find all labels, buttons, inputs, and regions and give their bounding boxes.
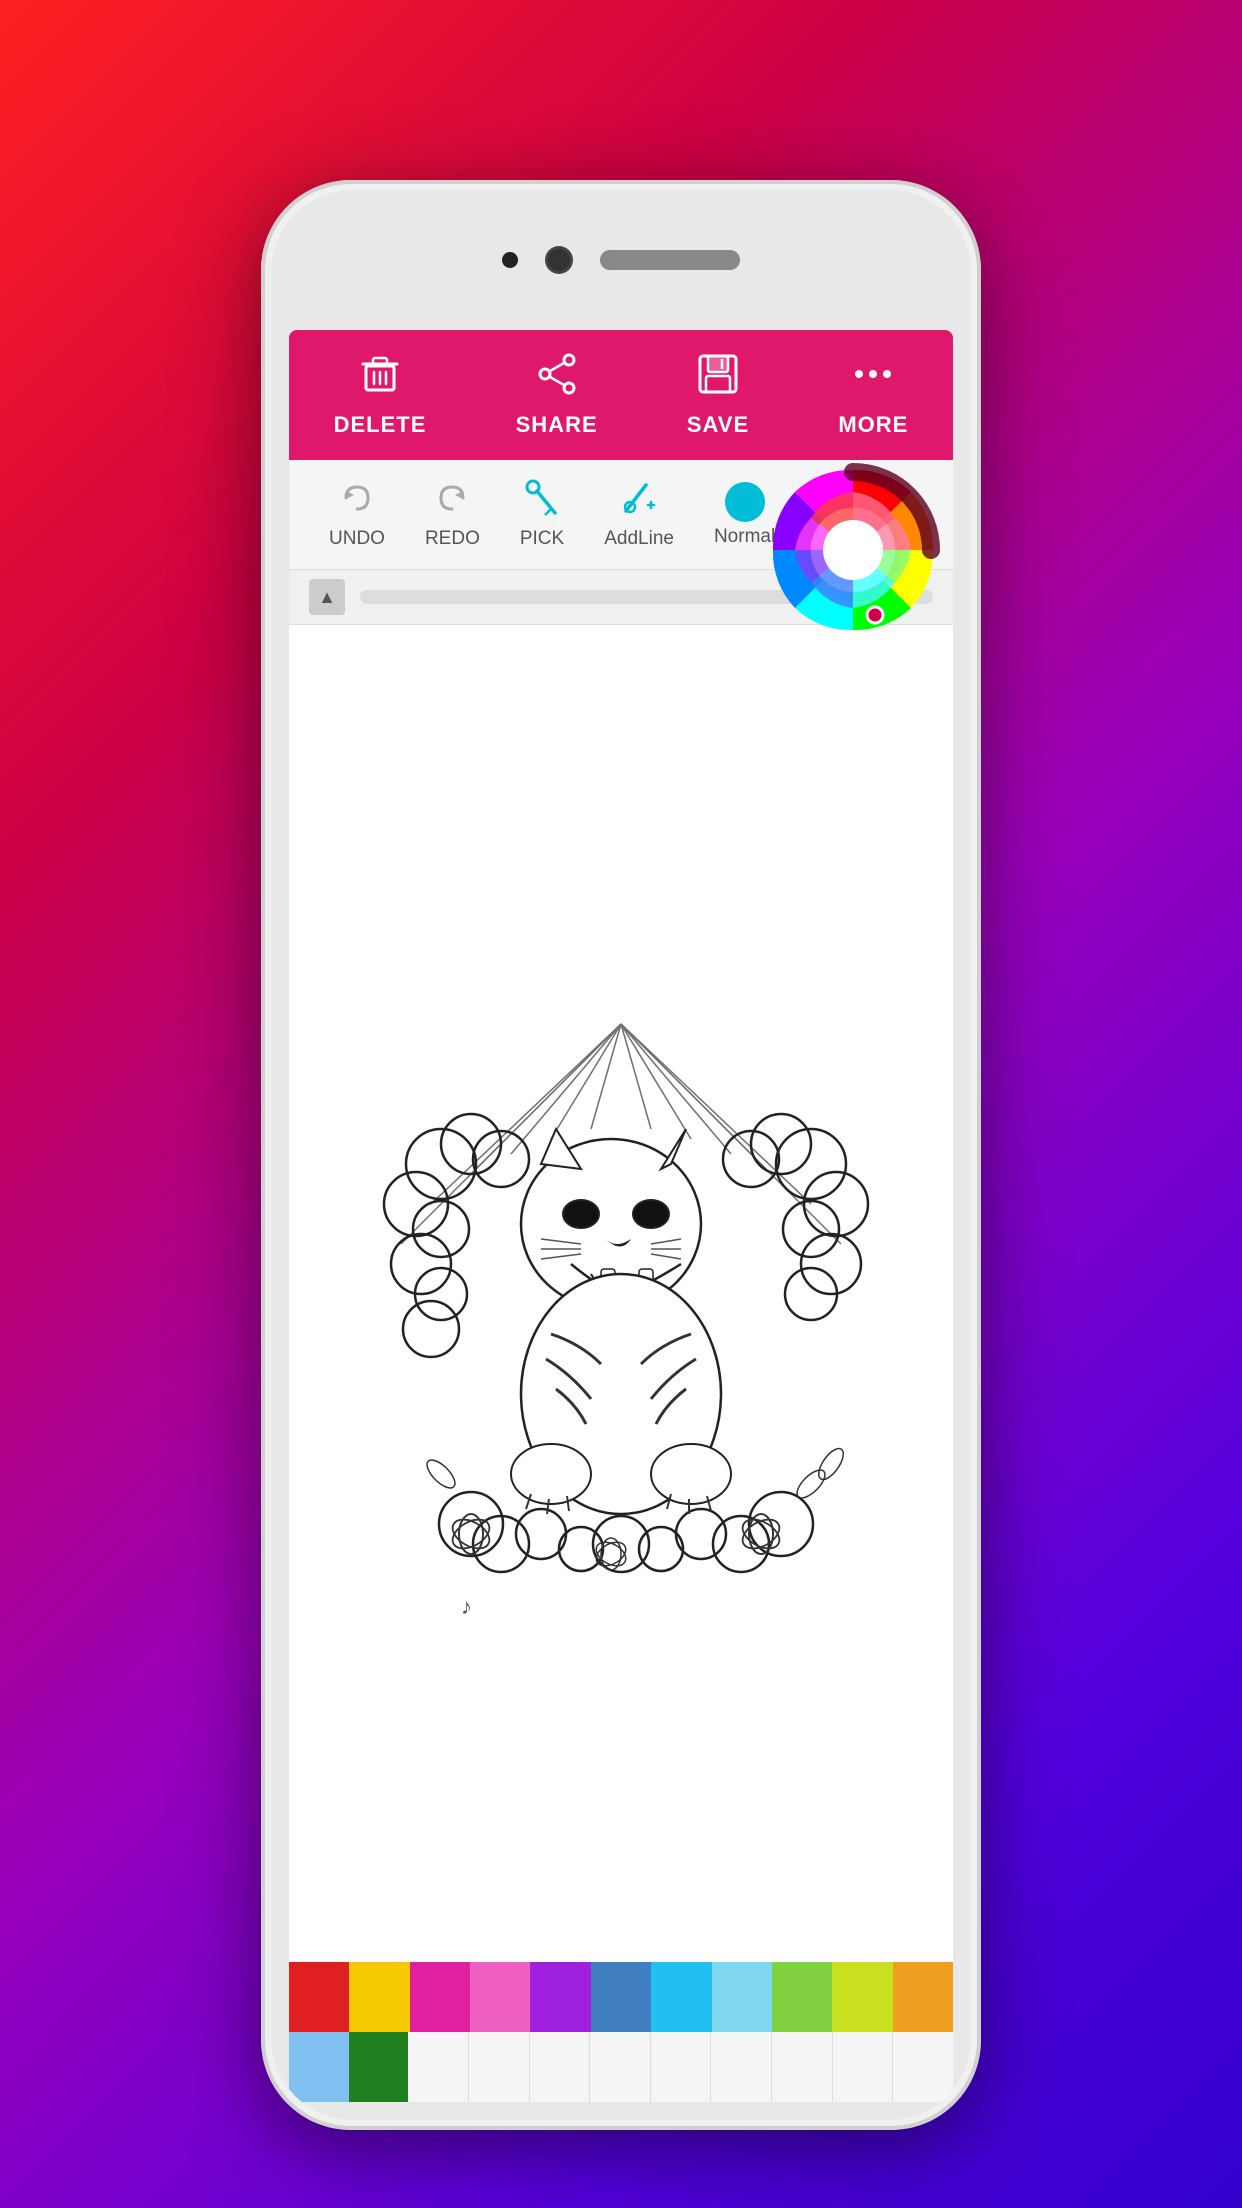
tiger-artwork: ♪ bbox=[289, 625, 953, 1962]
save-button[interactable]: SAVE bbox=[687, 352, 749, 438]
color-white-4[interactable] bbox=[590, 2032, 651, 2102]
redo-label: REDO bbox=[425, 528, 480, 550]
drawing-canvas[interactable]: ♪ bbox=[289, 625, 953, 1962]
color-wheel[interactable] bbox=[763, 460, 943, 640]
color-white-1[interactable] bbox=[408, 2032, 469, 2102]
color-yellow[interactable] bbox=[349, 1962, 409, 2032]
share-label: SHARE bbox=[516, 412, 598, 438]
color-white-9[interactable] bbox=[893, 2032, 953, 2102]
color-palette bbox=[289, 1962, 953, 2102]
camera bbox=[548, 249, 570, 271]
more-label: MORE bbox=[838, 412, 908, 438]
color-white-5[interactable] bbox=[651, 2032, 712, 2102]
addline-icon bbox=[620, 479, 658, 524]
color-hot-pink[interactable] bbox=[410, 1962, 470, 2032]
pick-icon bbox=[523, 479, 561, 524]
more-button[interactable]: MORE bbox=[838, 352, 908, 438]
redo-button[interactable]: REDO bbox=[405, 479, 500, 550]
pick-button[interactable]: PICK bbox=[500, 479, 584, 550]
palette-row-2 bbox=[289, 2032, 953, 2102]
phone-top-bar bbox=[271, 190, 971, 330]
slider-arrow[interactable]: ▲ bbox=[309, 579, 345, 615]
color-pale-blue[interactable] bbox=[289, 2032, 349, 2102]
delete-button[interactable]: DELETE bbox=[334, 352, 427, 438]
redo-icon bbox=[433, 479, 471, 524]
share-button[interactable]: SHARE bbox=[516, 352, 598, 438]
addline-button[interactable]: AddLine bbox=[584, 479, 694, 550]
color-orange[interactable] bbox=[893, 1962, 953, 2032]
color-white-6[interactable] bbox=[711, 2032, 772, 2102]
color-white-3[interactable] bbox=[530, 2032, 591, 2102]
color-pink[interactable] bbox=[470, 1962, 530, 2032]
color-white-7[interactable] bbox=[772, 2032, 833, 2102]
delete-label: DELETE bbox=[334, 412, 427, 438]
undo-button[interactable]: UNDO bbox=[309, 479, 405, 550]
phone-screen: DELETE SHARE bbox=[289, 330, 953, 2102]
phone-shell: DELETE SHARE bbox=[261, 180, 981, 2130]
app-toolbar: DELETE SHARE bbox=[289, 330, 953, 460]
color-dark-green[interactable] bbox=[349, 2032, 409, 2102]
color-white-8[interactable] bbox=[833, 2032, 894, 2102]
share-icon bbox=[535, 352, 579, 404]
phone-inner: DELETE SHARE bbox=[271, 190, 971, 2120]
color-purple[interactable] bbox=[530, 1962, 590, 2032]
save-label: SAVE bbox=[687, 412, 749, 438]
undo-icon bbox=[338, 479, 376, 524]
addline-label: AddLine bbox=[604, 528, 674, 550]
save-icon bbox=[696, 352, 740, 404]
front-camera bbox=[502, 252, 518, 268]
undo-label: UNDO bbox=[329, 528, 385, 550]
color-white-2[interactable] bbox=[469, 2032, 530, 2102]
color-sky-blue[interactable] bbox=[651, 1962, 711, 2032]
pick-label: PICK bbox=[520, 528, 564, 550]
color-lime[interactable] bbox=[832, 1962, 892, 2032]
color-steel-blue[interactable] bbox=[591, 1962, 651, 2032]
color-light-blue[interactable] bbox=[712, 1962, 772, 2032]
color-green[interactable] bbox=[772, 1962, 832, 2032]
normal-color-circle bbox=[725, 482, 765, 522]
more-icon bbox=[851, 352, 895, 404]
palette-row-1 bbox=[289, 1962, 953, 2032]
svg-text:♪: ♪ bbox=[461, 1594, 472, 1619]
delete-icon bbox=[358, 352, 402, 404]
secondary-toolbar: UNDO REDO bbox=[289, 460, 953, 570]
color-red[interactable] bbox=[289, 1962, 349, 2032]
speaker bbox=[600, 250, 740, 270]
